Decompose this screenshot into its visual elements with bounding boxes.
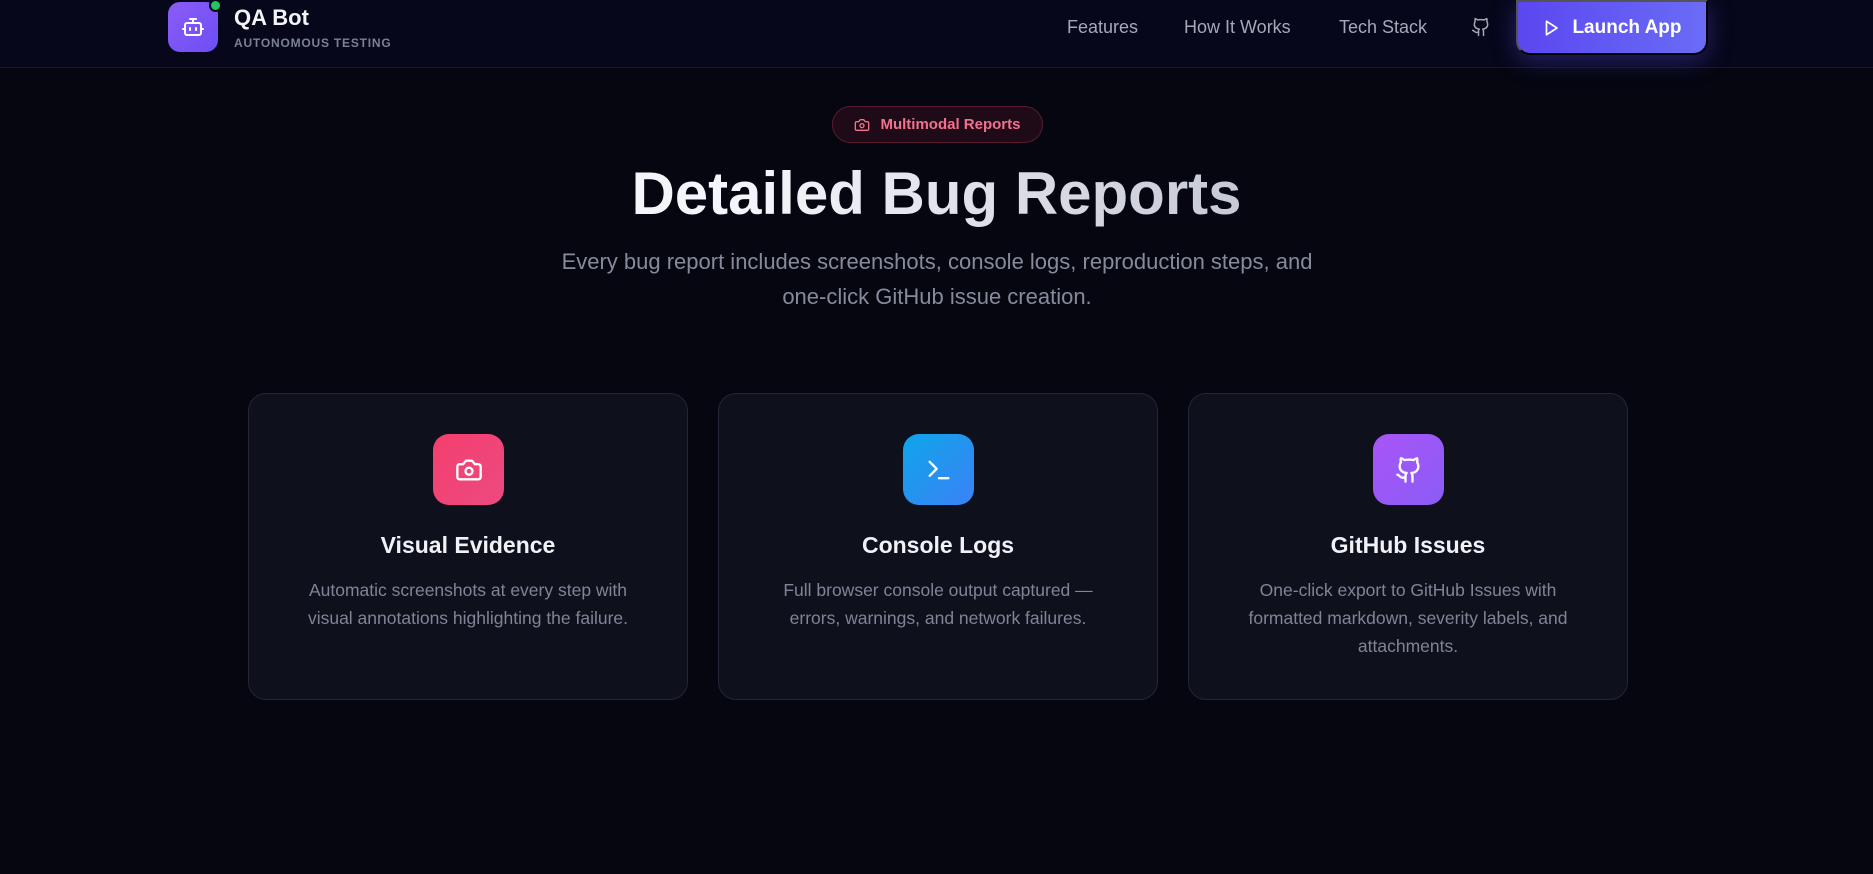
multimodal-reports-badge: Multimodal Reports xyxy=(832,106,1043,143)
card-title: GitHub Issues xyxy=(1330,532,1486,558)
brand[interactable]: QA Bot AUTONOMOUS TESTING xyxy=(168,0,392,52)
page-subtitle: Every bug report includes screenshots, c… xyxy=(561,249,1313,309)
navbar: QA Bot AUTONOMOUS TESTING Features How I… xyxy=(0,0,1873,68)
landing-page: QA Bot AUTONOMOUS TESTING Features How I… xyxy=(0,0,1873,874)
feature-card-visual-evidence: Visual Evidence Automatic screenshots at… xyxy=(248,393,688,700)
feature-card-console-logs: Console Logs Full browser console output… xyxy=(718,393,1158,700)
card-title: Visual Evidence xyxy=(380,532,556,558)
card-description: Automatic screenshots at every step with… xyxy=(307,580,629,628)
brand-tagline: AUTONOMOUS TESTING xyxy=(234,35,392,50)
card-description: One-click export to GitHub Issues with f… xyxy=(1248,580,1568,656)
brand-name: QA Bot xyxy=(234,4,309,30)
feature-card-github-issues: GitHub Issues One-click export to GitHub… xyxy=(1188,393,1628,700)
brand-text: QA Bot AUTONOMOUS TESTING xyxy=(234,5,392,50)
launch-app-button[interactable]: Launch App xyxy=(1516,0,1708,55)
terminal-icon xyxy=(903,434,974,505)
online-status-dot xyxy=(209,0,222,12)
card-title: Console Logs xyxy=(861,532,1015,558)
github-icon[interactable] xyxy=(1471,17,1491,37)
card-description: Full browser console output captured — e… xyxy=(783,580,1093,628)
play-icon xyxy=(1546,19,1559,36)
nav-link-tech-stack[interactable]: Tech Stack xyxy=(1339,17,1427,38)
camera-icon xyxy=(433,434,504,505)
page-title: Detailed Bug Reports xyxy=(0,158,1873,230)
badge-label: Multimodal Reports xyxy=(880,116,1021,133)
camera-icon xyxy=(855,118,870,131)
nav-link-features[interactable]: Features xyxy=(1067,17,1138,38)
github-icon xyxy=(1373,434,1444,505)
launch-app-label: Launch App xyxy=(1572,16,1682,38)
nav-link-how-it-works[interactable]: How It Works xyxy=(1184,17,1291,38)
robot-icon xyxy=(168,0,222,52)
